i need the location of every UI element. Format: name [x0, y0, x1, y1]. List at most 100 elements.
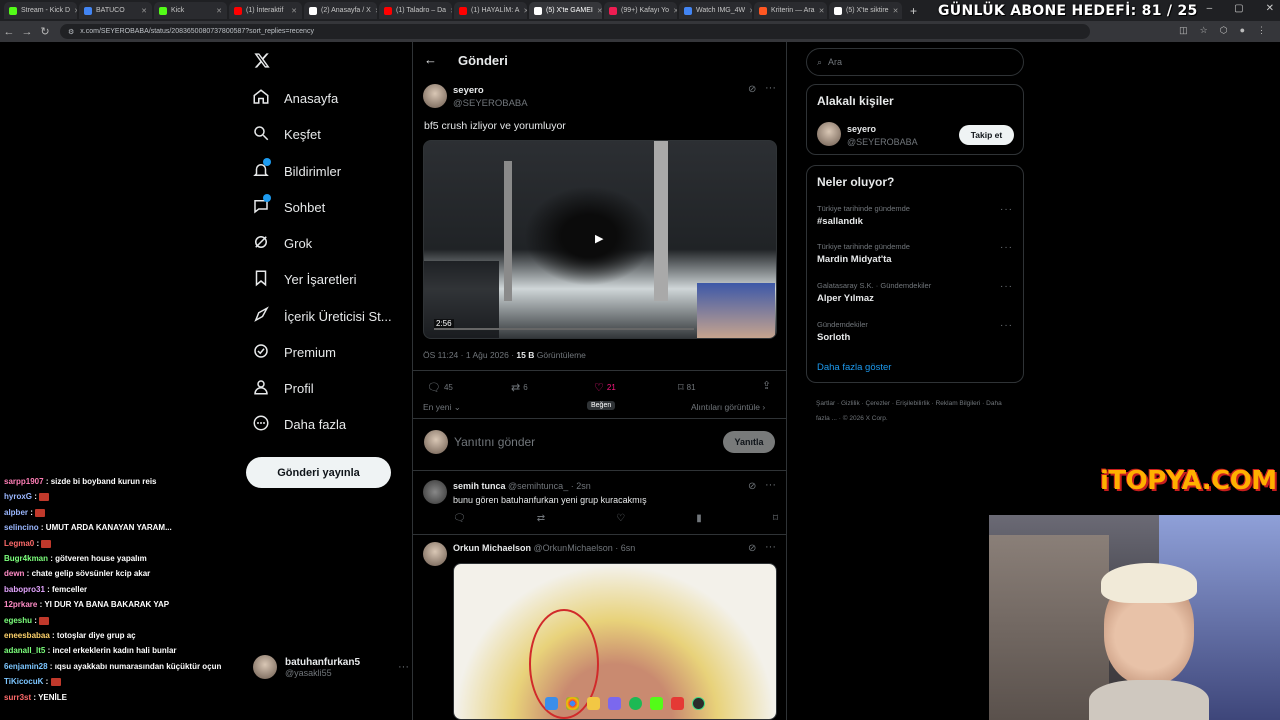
browser-tab[interactable]: (5) X'te GAMEI ✕: [529, 2, 602, 19]
chat-username[interactable]: hyroxG: [4, 492, 32, 501]
tab-close-icon[interactable]: ✕: [74, 7, 77, 15]
play-icon[interactable]: ▶: [595, 232, 603, 245]
more-icon[interactable]: ···: [1000, 204, 1013, 215]
share-icon[interactable]: ⇪: [762, 379, 771, 392]
chat-username[interactable]: TiKicocuK: [4, 677, 43, 686]
spotify-icon[interactable]: [629, 697, 642, 710]
chat-username[interactable]: 6enjamin28: [4, 662, 48, 671]
trend-item[interactable]: Gündemdekiler Sorloth: [817, 320, 868, 343]
repost-icon[interactable]: ⇄: [537, 513, 545, 524]
reply-button[interactable]: 🗨 45: [427, 381, 453, 394]
tab-close-icon[interactable]: ✕: [597, 7, 602, 15]
app-icon[interactable]: [671, 697, 684, 710]
folder-icon[interactable]: [587, 697, 600, 710]
reply-icon[interactable]: 🗨: [453, 513, 466, 524]
trend-item[interactable]: Türkiye tarihinde gündemde Mardin Midyat…: [817, 242, 910, 265]
reply-input[interactable]: Yanıtını gönder: [454, 435, 535, 449]
more-icon[interactable]: ···: [765, 82, 776, 94]
tab-close-icon[interactable]: ✕: [375, 7, 377, 15]
nav-item-6[interactable]: Yer İşaretleri: [252, 269, 357, 290]
show-more-link[interactable]: Daha fazla göster: [817, 362, 891, 373]
nav-item-7[interactable]: İçerik Üreticisi St...: [252, 306, 392, 327]
more-icon[interactable]: ···: [765, 479, 776, 491]
tab-close-icon[interactable]: ✕: [450, 7, 452, 15]
person-name[interactable]: seyero: [847, 124, 876, 134]
browser-tab[interactable]: (99+) Kafayı Yo ✕: [604, 2, 677, 19]
minimize-icon[interactable]: –: [1207, 3, 1213, 14]
browser-tab[interactable]: Watch IMG_4W✕: [679, 2, 752, 19]
browser-tab[interactable]: (1) HAYALİM: A ✕: [454, 2, 527, 19]
browser-tab[interactable]: (1) İnteraktif ✕: [229, 2, 302, 19]
chat-username[interactable]: adanall_lt5: [4, 646, 45, 655]
tab-close-icon[interactable]: ✕: [523, 7, 527, 15]
chat-username[interactable]: Bugr4kman: [4, 554, 48, 563]
reply-submit-button[interactable]: Yanıtla: [723, 431, 775, 453]
grok-icon[interactable]: ⊘: [748, 84, 756, 95]
footer-link[interactable]: Erişilebilirlik: [896, 400, 930, 407]
browser-tab[interactable]: (5) X'te siktire ✕: [829, 2, 902, 19]
tab-close-icon[interactable]: ✕: [216, 7, 222, 15]
heart-icon[interactable]: ♡: [616, 513, 625, 524]
x-logo-icon[interactable]: [253, 52, 271, 69]
footer-link[interactable]: Şartlar: [816, 400, 835, 407]
browser-tab[interactable]: (1) Taladro – Da✕: [379, 2, 452, 19]
chrome-icon[interactable]: [566, 697, 579, 710]
follow-button[interactable]: Takip et: [959, 125, 1014, 145]
chat-username[interactable]: Legma0: [4, 539, 34, 548]
nav-item-9[interactable]: Profil: [252, 378, 314, 399]
grok-icon[interactable]: ⊘: [748, 481, 756, 492]
back-arrow-icon[interactable]: ←: [424, 52, 437, 67]
analytics-icon[interactable]: ▮: [696, 513, 702, 524]
sort-dropdown[interactable]: En yeni ⌄: [423, 402, 461, 413]
browser-tab[interactable]: (2) Anasayfa / X ✕: [304, 2, 377, 19]
author-avatar[interactable]: [423, 84, 447, 108]
browser-tab[interactable]: BATUCO ✕: [79, 2, 152, 19]
site-info-icon[interactable]: ⚙: [68, 28, 74, 36]
reply-author[interactable]: Orkun Michaelson: [453, 543, 531, 553]
reload-icon[interactable]: ↻: [36, 25, 54, 38]
nav-item-3[interactable]: Bildirimler: [252, 158, 341, 182]
grok-icon[interactable]: ⊘: [748, 543, 756, 554]
tab-close-icon[interactable]: ✕: [141, 7, 147, 15]
translate-icon[interactable]: ◫: [1179, 25, 1188, 36]
more-icon[interactable]: ···: [1000, 242, 1013, 253]
trend-item[interactable]: Galatasaray S.K. · Gündemdekiler Alper Y…: [817, 281, 931, 304]
nav-item-1[interactable]: Anasayfa: [252, 88, 338, 109]
nav-item-2[interactable]: Keşfet: [252, 124, 321, 145]
chat-username[interactable]: surr3st: [4, 693, 31, 702]
browser-tab[interactable]: Stream - Kick D ✕: [4, 2, 77, 19]
person-handle[interactable]: @SEYEROBABA: [847, 137, 918, 147]
extension-icon[interactable]: ⬡: [1220, 25, 1228, 36]
nav-item-5[interactable]: Grok: [252, 233, 312, 254]
footer-link[interactable]: © 2026 X Corp.: [843, 415, 888, 422]
video-progress[interactable]: [434, 328, 694, 330]
more-icon[interactable]: ···: [1000, 281, 1013, 292]
maximize-icon[interactable]: ▢: [1234, 3, 1243, 14]
chat-username[interactable]: eneesbabaa: [4, 631, 50, 640]
tab-close-icon[interactable]: ✕: [673, 7, 677, 15]
obs-icon[interactable]: [692, 697, 705, 710]
trend-item[interactable]: Türkiye tarihinde gündemde #sallandık: [817, 204, 910, 227]
tab-close-icon[interactable]: ✕: [749, 7, 752, 15]
footer-link[interactable]: Gizlilik: [841, 400, 860, 407]
footer-link[interactable]: Çerezler: [866, 400, 891, 407]
forward-icon[interactable]: →: [18, 26, 36, 38]
reply-handle[interactable]: @OrkunMichaelson: [534, 543, 613, 553]
search-field[interactable]: ⌕ Ara: [806, 48, 1024, 76]
account-switcher[interactable]: batuhanfurkan5 @yasakli55 ···: [253, 655, 409, 679]
footer-link[interactable]: Reklam Bilgileri: [936, 400, 981, 407]
bookmark-icon[interactable]: ⌑: [773, 513, 778, 524]
more-icon[interactable]: ···: [765, 541, 776, 553]
kick-icon[interactable]: [650, 697, 663, 710]
profile-icon[interactable]: ●: [1240, 25, 1245, 36]
discord-icon[interactable]: [608, 697, 621, 710]
reply-avatar[interactable]: [423, 542, 447, 566]
like-button[interactable]: ♡ 21: [594, 381, 616, 394]
chat-username[interactable]: sarpp1907: [4, 477, 44, 486]
reply-author[interactable]: semih tunca: [453, 481, 506, 491]
post-button[interactable]: Gönderi yayınla: [246, 457, 391, 488]
browser-tab[interactable]: Kriterin — Ara ✕: [754, 2, 827, 19]
post-video[interactable]: ▶ 2:56: [423, 140, 777, 339]
tab-close-icon[interactable]: ✕: [291, 7, 297, 15]
more-icon[interactable]: ···: [398, 661, 409, 673]
